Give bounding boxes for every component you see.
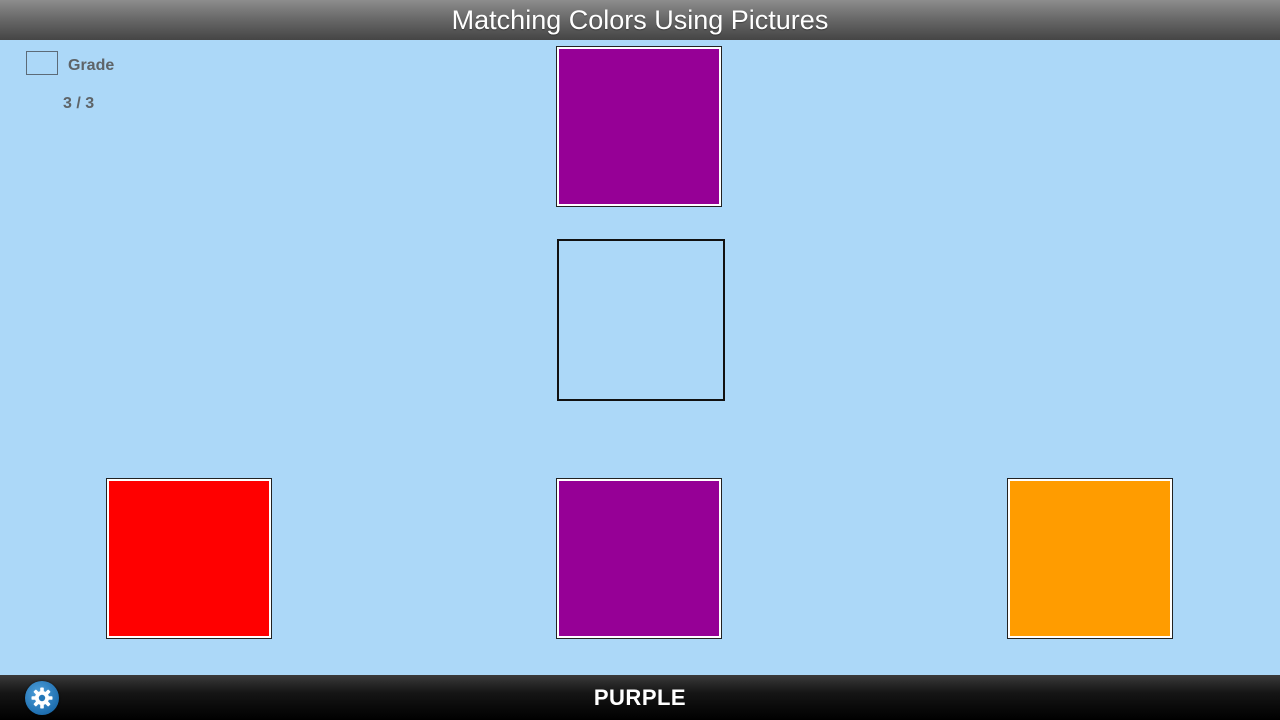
color-prompt: PURPLE (593, 684, 687, 710)
page-title: Matching Colors Using Pictures (451, 4, 829, 35)
choice-swatch-purple (559, 481, 719, 636)
choice-swatch-orange (1010, 481, 1170, 636)
settings-button[interactable] (25, 681, 59, 715)
grade-score: 3 / 3 (63, 95, 95, 112)
target-color-card (556, 46, 722, 207)
choice-card-red[interactable] (106, 478, 272, 639)
bottom-bar: PURPLE (0, 675, 1280, 720)
grade-checkbox[interactable] (26, 51, 58, 75)
choice-card-purple[interactable] (556, 478, 722, 639)
title-bar: Matching Colors Using Pictures (0, 0, 1280, 40)
choice-swatch-red (109, 481, 269, 636)
choice-card-orange[interactable] (1007, 478, 1173, 639)
grade-label: Grade (68, 57, 115, 74)
target-color-swatch (559, 49, 719, 204)
drop-target-box[interactable] (557, 239, 725, 401)
gear-icon (30, 686, 54, 710)
